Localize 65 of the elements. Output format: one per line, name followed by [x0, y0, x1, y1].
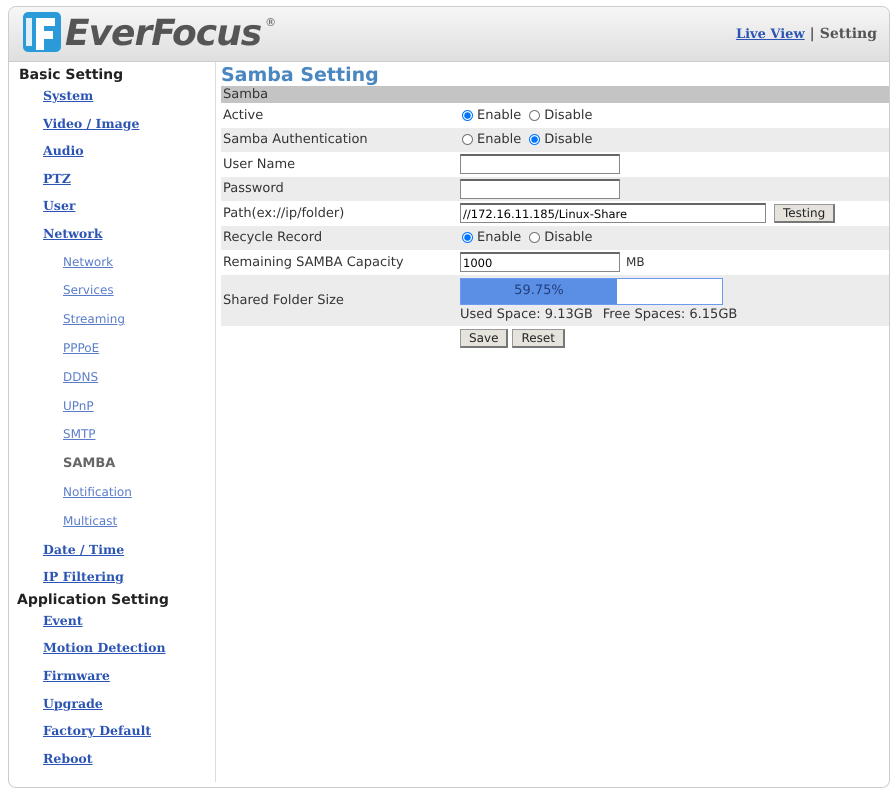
nav-separator: | [810, 26, 815, 42]
sidebar-link[interactable]: Factory Default [43, 723, 152, 738]
sidebar-link[interactable]: PPPoE [63, 340, 100, 355]
registered-mark: ® [265, 16, 276, 29]
sidebar-link[interactable]: IP Filtering [43, 569, 124, 584]
field-label: Password [223, 181, 285, 196]
sidebar-link[interactable]: Network [63, 254, 114, 269]
current-page-label: Setting [820, 26, 877, 42]
field-label: Remaining SAMBA Capacity [223, 254, 405, 270]
field-label: Samba Authentication [223, 132, 369, 148]
nav-link[interactable]: Live View [736, 26, 805, 42]
option-label: Disable [544, 132, 593, 148]
input-field[interactable] [460, 154, 620, 174]
sidebar-link[interactable]: Motion Detection [43, 640, 166, 656]
sidebar-heading: Basic Setting [19, 66, 124, 85]
sidebar-link[interactable]: Date / Time [43, 542, 124, 557]
field-label: User Name [223, 156, 296, 172]
field-label: Path(ex://ip/folder) [223, 206, 346, 221]
sidebar-link[interactable]: Firmware [43, 668, 110, 683]
sidebar-link[interactable]: Network [43, 226, 102, 241]
sidebar-link[interactable]: Services [63, 283, 114, 298]
logo-text: EverFocus [65, 12, 262, 56]
sidebar-link[interactable]: Upgrade [43, 696, 103, 710]
option-label: Enable [477, 230, 522, 246]
sidebar-link[interactable]: Audio [43, 143, 84, 158]
page-title: Samba Setting [221, 64, 380, 86]
free-space-text: Free Spaces: 6.15GB [602, 306, 738, 322]
option-label: Disable [544, 108, 593, 123]
option-label: Enable [477, 132, 522, 148]
logo-icon [23, 12, 61, 52]
option-label: Disable [544, 230, 593, 246]
sidebar-link[interactable]: DDNS [63, 370, 98, 384]
sidebar-link[interactable]: SMTP [63, 427, 96, 442]
radio-button[interactable] [529, 110, 540, 121]
field-label: Recycle Record [223, 230, 324, 246]
sidebar-link[interactable]: Reboot [43, 750, 93, 766]
radio-button[interactable] [462, 232, 473, 244]
used-space-text: Used Space: 9.13GB [460, 306, 593, 322]
sidebar-link[interactable]: Streaming [63, 312, 125, 326]
radio-button[interactable] [529, 134, 540, 146]
sidebar-link[interactable]: Video / Image [43, 116, 140, 131]
sidebar-link[interactable]: UPnP [63, 398, 94, 413]
section-header: Samba [221, 86, 889, 103]
radio-button[interactable] [462, 134, 473, 146]
testing-button[interactable]: Testing [774, 204, 836, 223]
option-label: Enable [477, 108, 522, 123]
field-label: Shared Folder Size [223, 292, 345, 308]
input-field[interactable] [460, 178, 620, 199]
sidebar-link[interactable]: Multicast [63, 514, 118, 528]
sidebar-link[interactable]: Event [43, 612, 83, 628]
sidebar-link[interactable]: User [43, 198, 76, 214]
field-label: Active [223, 108, 264, 123]
path-field[interactable]: //172.16.11.185/Linux-Share [460, 203, 766, 224]
progress-reading: 59.75% [513, 282, 565, 298]
sidebar-heading: Application Setting [17, 590, 170, 610]
sidebar-link[interactable]: System [43, 88, 94, 103]
radio-button[interactable] [529, 232, 540, 244]
radio-button[interactable] [462, 110, 473, 121]
form-button[interactable]: Save [460, 328, 508, 348]
unit-label: MB [626, 255, 645, 270]
sidebar-link[interactable]: Notification [63, 484, 132, 499]
sidebar-item[interactable]: SAMBA [63, 456, 116, 472]
sidebar-link[interactable]: PTZ [43, 170, 71, 186]
form-button[interactable]: Reset [512, 328, 565, 348]
capacity-field[interactable]: 1000 [460, 252, 620, 272]
